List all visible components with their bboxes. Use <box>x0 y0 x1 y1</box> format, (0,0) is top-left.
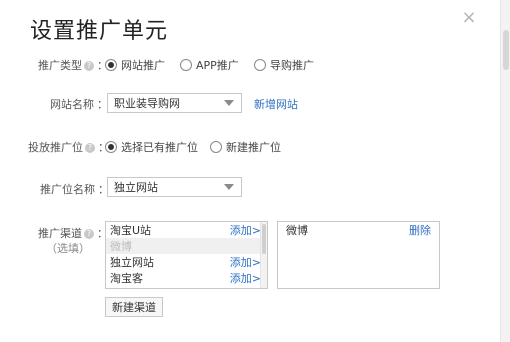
list-item: 微博 <box>106 238 267 254</box>
radio-promo-site[interactable]: 网站推广 <box>105 57 165 73</box>
close-icon[interactable]: × <box>459 8 479 28</box>
list-item: 淘宝U站 添加> <box>110 222 261 238</box>
radio-unselected-icon <box>180 59 192 71</box>
list-item: 淘宝客 添加> <box>110 270 261 286</box>
chevron-down-icon <box>224 100 234 106</box>
available-channels-list: 淘宝U站 添加> 微博 独立网站 添加> 淘宝客 添加> <box>105 221 268 289</box>
add-site-link[interactable]: 新增网站 <box>254 96 298 112</box>
placement-name-label: 推广位名称： <box>40 183 109 196</box>
scroll-thumb[interactable] <box>503 30 509 70</box>
dialog: 设置推广单元 × 推广类型?： 网站推广 APP推广 导购推广 网站名称： 职业… <box>0 0 500 342</box>
add-channel-link[interactable]: 添加> <box>230 270 261 286</box>
radio-promo-shopping-guide[interactable]: 导购推广 <box>254 57 314 73</box>
placement-name-select[interactable]: 独立网站 <box>107 177 242 197</box>
radio-promo-app[interactable]: APP推广 <box>180 57 239 73</box>
list-scrollbar[interactable] <box>260 222 267 288</box>
site-name-label: 网站名称： <box>50 98 108 111</box>
channel-label: 推广渠道?： <box>38 227 108 240</box>
dialog-title: 设置推广单元 <box>30 19 169 44</box>
dialog-scrollbar[interactable] <box>500 0 510 342</box>
help-icon[interactable]: ? <box>84 229 94 239</box>
remove-channel-link[interactable]: 删除 <box>409 222 431 238</box>
new-channel-button[interactable]: 新建渠道 <box>105 297 163 317</box>
help-icon[interactable]: ? <box>85 143 95 153</box>
chevron-down-icon <box>224 184 234 190</box>
scroll-thumb[interactable] <box>262 224 266 254</box>
radio-unselected-icon <box>210 141 222 153</box>
promo-type-label: 推广类型?： <box>38 59 108 72</box>
selected-channels-list: 微博 删除 <box>277 221 440 289</box>
channel-optional-note: （选填） <box>46 242 90 255</box>
radio-selected-icon <box>105 59 117 71</box>
radio-placement-new[interactable]: 新建推广位 <box>210 139 281 155</box>
radio-unselected-icon <box>254 59 266 71</box>
site-name-select[interactable]: 职业装导购网 <box>107 93 242 113</box>
radio-selected-icon <box>105 141 117 153</box>
list-item: 独立网站 添加> <box>110 254 261 270</box>
placement-label: 投放推广位?： <box>28 141 109 154</box>
radio-placement-existing[interactable]: 选择已有推广位 <box>105 139 198 155</box>
add-channel-link[interactable]: 添加> <box>230 222 261 238</box>
list-item: 微博 删除 <box>286 222 431 238</box>
help-icon[interactable]: ? <box>84 61 94 71</box>
add-channel-link[interactable]: 添加> <box>230 254 261 270</box>
